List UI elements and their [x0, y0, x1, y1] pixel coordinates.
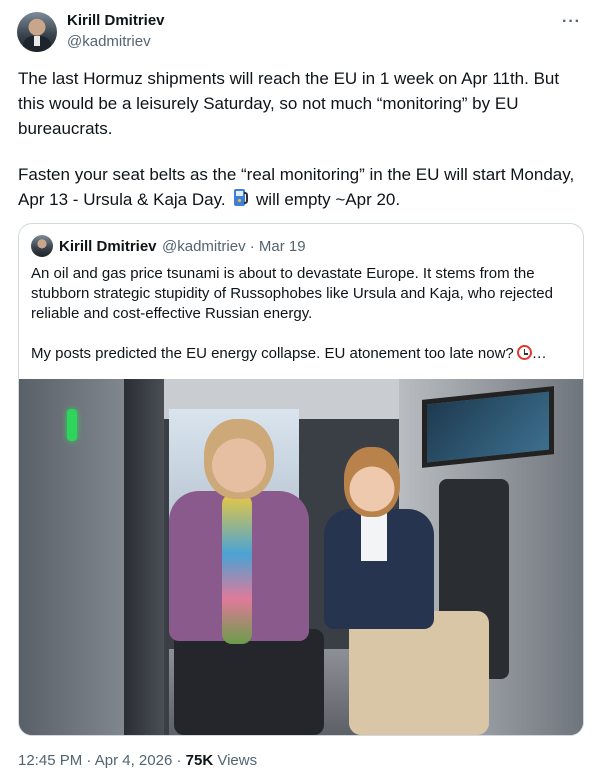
views-label: Views — [213, 752, 258, 769]
tweet-time[interactable]: 12:45 PM — [18, 752, 82, 769]
tweet: Kirill Dmitriev @kadmitriev ··· The last… — [0, 0, 601, 780]
tweet-date[interactable]: Apr 4, 2026 — [95, 752, 173, 769]
tweet-text-paragraph-2-end: will empty ~Apr 20. — [256, 190, 401, 209]
quoted-author-name: Kirill Dmitriev — [59, 238, 157, 255]
quoted-photo[interactable] — [19, 379, 583, 735]
tweet-text-paragraph-1: The last Hormuz shipments will reach the… — [18, 69, 560, 138]
author-name[interactable]: Kirill Dmitriev — [67, 12, 165, 29]
tweet-footer: 12:45 PM · Apr 4, 2026 · 75K Views — [18, 752, 257, 769]
quoted-text-paragraph-2: My posts predicted the EU energy collaps… — [31, 344, 573, 364]
quoted-avatar — [31, 235, 53, 257]
avatar-shirt — [34, 36, 40, 46]
more-horizontal-icon[interactable]: ··· — [562, 13, 581, 31]
tweet-text-paragraph-2: Fasten your seat belts as the “real moni… — [18, 162, 584, 212]
views-count: 75K — [185, 752, 214, 769]
quoted-handle-date: @kadmitriev · Mar 19 — [162, 238, 306, 255]
quoted-text-paragraph-2-body: My posts predicted the EU energy collaps… — [31, 345, 514, 362]
fuel-pump-icon — [232, 189, 249, 208]
author-handle[interactable]: @kadmitriev — [67, 33, 151, 50]
quoted-text-paragraph-1: An oil and gas price tsunami is about to… — [31, 265, 553, 322]
footer-separator: · — [82, 752, 95, 769]
alarm-clock-icon — [516, 345, 532, 360]
footer-separator: · — [172, 752, 186, 769]
avatar[interactable] — [17, 12, 57, 52]
quoted-text-ellipsis: … — [531, 345, 547, 362]
green-light-icon — [67, 409, 77, 441]
quoted-tweet[interactable]: Kirill Dmitriev @kadmitriev · Mar 19 An … — [18, 223, 584, 736]
